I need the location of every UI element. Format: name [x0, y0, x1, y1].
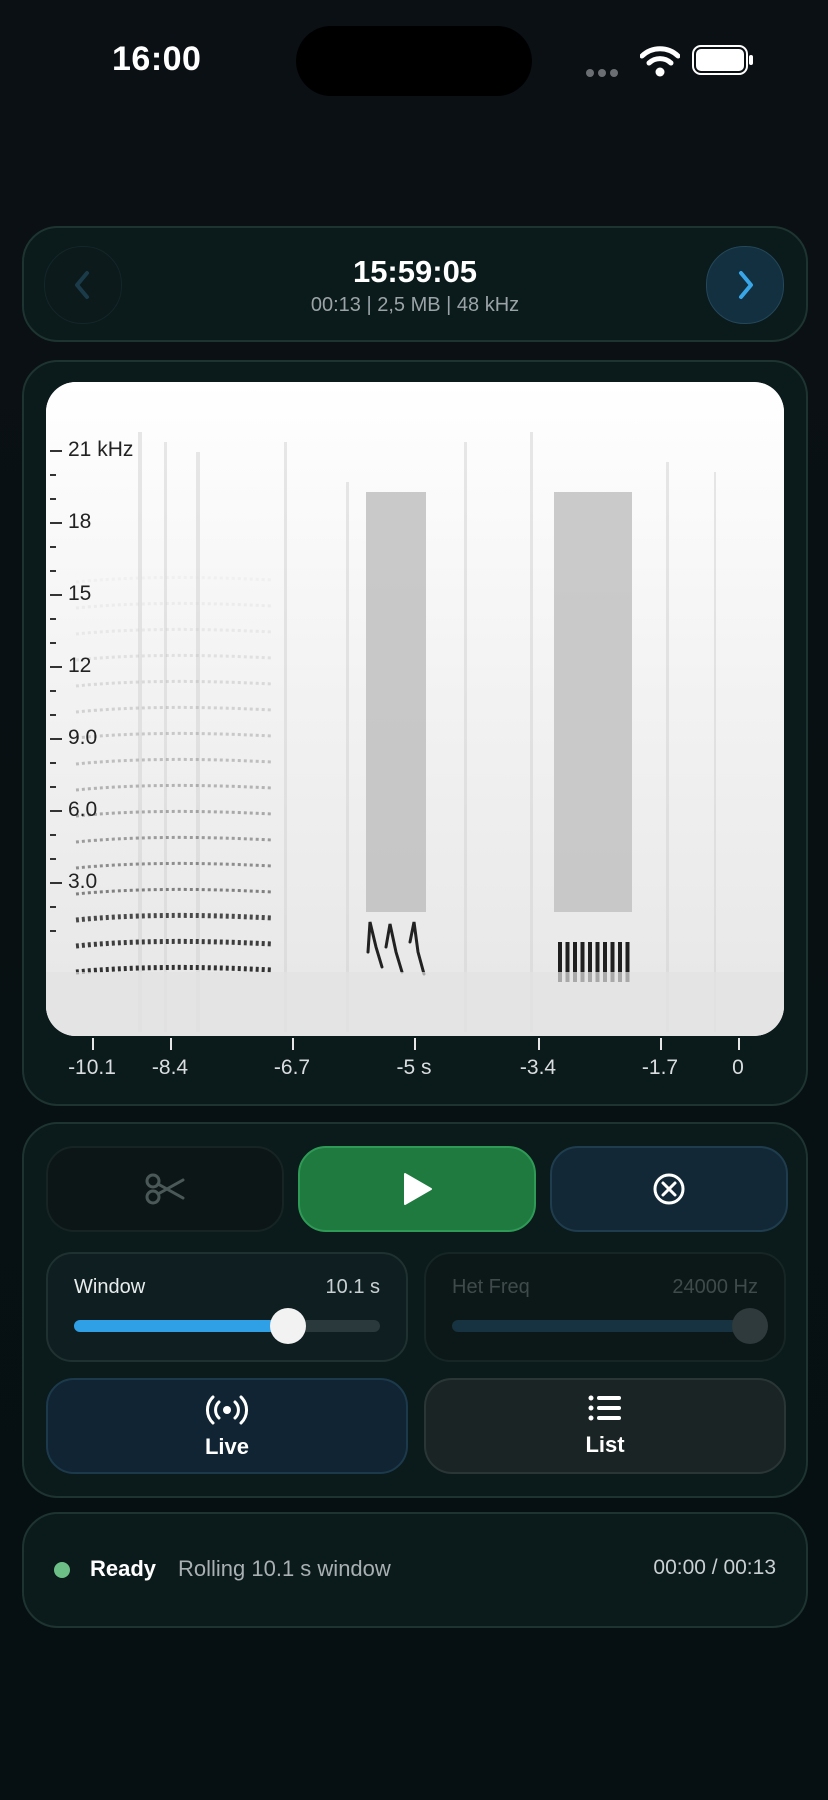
y-axis-minor-tick — [50, 714, 56, 716]
y-axis-minor-tick — [50, 498, 56, 500]
y-axis-major-tick — [50, 882, 62, 884]
x-axis-tick — [292, 1038, 294, 1050]
het-freq-value: 24000 Hz — [672, 1276, 758, 1298]
broadcast-icon — [206, 1395, 248, 1425]
y-axis-minor-tick — [50, 930, 56, 932]
y-axis-minor-tick — [50, 762, 56, 764]
x-axis-label: -8.4 — [151, 1056, 189, 1079]
het-freq-slider-track — [452, 1320, 758, 1332]
trim-button[interactable] — [46, 1146, 284, 1232]
y-axis-label: 18 — [68, 510, 92, 533]
list-icon — [588, 1395, 621, 1421]
play-button[interactable] — [298, 1146, 536, 1232]
x-axis-tick — [414, 1038, 416, 1050]
status-message: Rolling 10.1 s window — [178, 1556, 391, 1581]
chevron-right-icon — [739, 271, 753, 299]
y-axis-minor-tick — [50, 618, 56, 620]
recording-title: 15:59:05 — [352, 254, 478, 289]
live-button[interactable]: Live — [46, 1378, 408, 1474]
y-axis-major-tick — [50, 810, 62, 812]
list-label: List — [585, 1432, 625, 1457]
scissors-icon — [145, 1173, 185, 1205]
y-axis-major-tick — [50, 450, 62, 452]
x-axis-tick — [738, 1038, 740, 1050]
window-value: 10.1 s — [325, 1276, 380, 1298]
y-axis-label: 12 — [68, 654, 92, 677]
y-axis-major-tick — [50, 738, 62, 740]
dynamic-island — [296, 26, 532, 96]
window-slider-thumb[interactable] — [270, 1308, 307, 1344]
x-axis-label: -3.4 — [519, 1056, 557, 1079]
play-icon — [404, 1173, 432, 1205]
y-axis-minor-tick — [50, 690, 56, 692]
y-axis-major-tick — [50, 666, 62, 668]
list-button[interactable]: List — [424, 1378, 786, 1474]
battery-icon — [692, 45, 754, 75]
het-freq-label: Het Freq — [452, 1276, 530, 1298]
y-axis-minor-tick — [50, 474, 56, 476]
y-axis-minor-tick — [50, 546, 56, 548]
status-indicator-icon — [54, 1562, 70, 1578]
cancel-button[interactable] — [550, 1146, 788, 1232]
spectrogram-panel: 21 kHz 18 15 12 9.0 6.0 3.0 -10.1 -8.4 -6.7 -5 s -… — [22, 360, 808, 1106]
cellular-signal-icon — [586, 64, 630, 77]
playback-controls: Window 10.1 s Het Freq 24000 Hz Live Lis… — [22, 1122, 808, 1498]
x-axis-tick — [170, 1038, 172, 1050]
window-slider-fill — [74, 1320, 289, 1332]
x-axis-label: -5 s — [396, 1056, 432, 1079]
x-axis-tick — [538, 1038, 540, 1050]
x-axis-tick — [92, 1038, 94, 1050]
window-label: Window — [74, 1276, 146, 1298]
y-axis-minor-tick — [50, 834, 56, 836]
status-state: Ready — [90, 1556, 157, 1581]
status-bar-panel: Ready Rolling 10.1 s window 00:00 / 00:1… — [22, 1512, 808, 1628]
y-axis-label: 6.0 — [68, 798, 98, 821]
status-time: 16:00 — [112, 40, 202, 78]
y-axis-major-tick — [50, 522, 62, 524]
recording-meta: 00:13 | 2,5 MB | 48 kHz — [310, 294, 520, 316]
y-axis-label: 21 kHz — [68, 438, 134, 461]
recording-header: 15:59:05 00:13 | 2,5 MB | 48 kHz — [22, 226, 808, 342]
spectrogram-image[interactable]: 21 kHz 18 15 12 9.0 6.0 3.0 — [46, 382, 784, 1036]
x-axis-label: 0 — [732, 1056, 744, 1079]
x-axis-label: -6.7 — [273, 1056, 311, 1079]
y-axis-label: 3.0 — [68, 870, 98, 893]
x-axis-label: -1.7 — [641, 1056, 679, 1079]
window-slider-card: Window 10.1 s — [46, 1252, 408, 1362]
y-axis-minor-tick — [50, 906, 56, 908]
y-axis-label: 9.0 — [68, 726, 98, 749]
x-axis-tick — [660, 1038, 662, 1050]
x-axis-label: -10.1 — [68, 1056, 116, 1079]
y-axis-major-tick — [50, 594, 62, 596]
next-recording-button[interactable] — [706, 246, 784, 324]
y-axis-minor-tick — [50, 570, 56, 572]
y-axis-minor-tick — [50, 786, 56, 788]
y-axis-label: 15 — [68, 582, 92, 605]
y-axis-minor-tick — [50, 642, 56, 644]
circle-x-icon — [653, 1173, 685, 1205]
het-freq-slider-card: Het Freq 24000 Hz — [424, 1252, 786, 1362]
playback-position: 00:00 / 00:13 — [653, 1556, 776, 1579]
y-axis-minor-tick — [50, 858, 56, 860]
live-label: Live — [204, 1434, 250, 1459]
wifi-icon — [639, 44, 681, 78]
het-freq-slider-thumb — [732, 1308, 768, 1344]
